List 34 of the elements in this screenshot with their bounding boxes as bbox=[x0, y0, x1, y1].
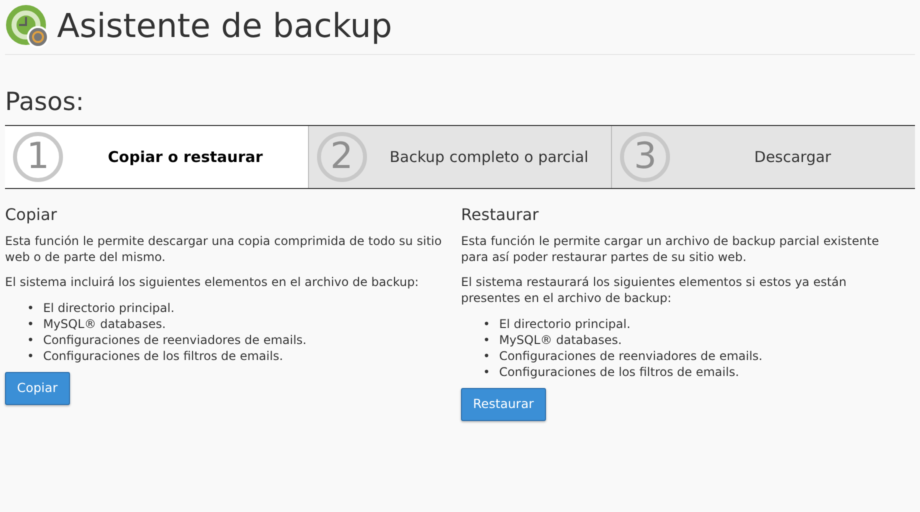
section-heading: Restaurar bbox=[461, 205, 540, 224]
bullet: • bbox=[27, 316, 34, 332]
page-title: Asistente de backup bbox=[57, 6, 392, 46]
description-text: Esta función le permite cargar un archivo de backup parcial existente para así poder restaurar partes de su sitio web. bbox=[461, 234, 880, 266]
list-item: Configuraciones de reenviadores de emails. bbox=[43, 332, 306, 348]
steps-heading: Pasos: bbox=[5, 87, 86, 117]
list-item: El directorio principal. bbox=[43, 300, 174, 316]
step-label: Descargar bbox=[753, 146, 832, 168]
description-text: Esta función le permite descargar una copia comprimida de todo su sitio web o de parte del mismo. bbox=[5, 234, 443, 266]
wizard-step[interactable]: 3 Descargar bbox=[611, 126, 916, 188]
step-number: 1 bbox=[13, 132, 63, 182]
wizard-step[interactable]: 1 Copiar o restaurar bbox=[5, 126, 308, 188]
description-text: El sistema incluirá los siguientes elementos en el archivo de backup: bbox=[5, 275, 420, 292]
step-number: 2 bbox=[316, 132, 367, 182]
list-item: Configuraciones de los filtros de emails. bbox=[499, 364, 740, 380]
bullet: • bbox=[483, 364, 490, 380]
list-item: El directorio principal. bbox=[499, 316, 630, 332]
bullet: • bbox=[483, 348, 490, 364]
bullet: • bbox=[483, 332, 490, 348]
bullet: • bbox=[27, 348, 34, 364]
list-item: MySQL® databases. bbox=[43, 316, 166, 332]
backup-logo-icon bbox=[5, 4, 49, 48]
bullet: • bbox=[483, 316, 490, 332]
section-heading: Copiar bbox=[5, 205, 58, 224]
step-label: Backup completo o parcial bbox=[388, 146, 590, 168]
list-item: Configuraciones de los filtros de emails. bbox=[43, 348, 284, 364]
list-item: Configuraciones de reenviadores de emails. bbox=[499, 348, 762, 364]
wizard-step[interactable]: 2 Backup completo o parcial bbox=[308, 126, 612, 188]
description-text: El sistema restaurará los siguientes elementos si estos ya están presentes en el archivo de backup: bbox=[461, 275, 848, 307]
bullet: • bbox=[27, 332, 34, 348]
step-label: Copiar o restaurar bbox=[106, 146, 264, 168]
list-item: MySQL® databases. bbox=[499, 332, 622, 348]
step-number: 3 bbox=[620, 132, 670, 182]
bullet: • bbox=[27, 300, 34, 316]
